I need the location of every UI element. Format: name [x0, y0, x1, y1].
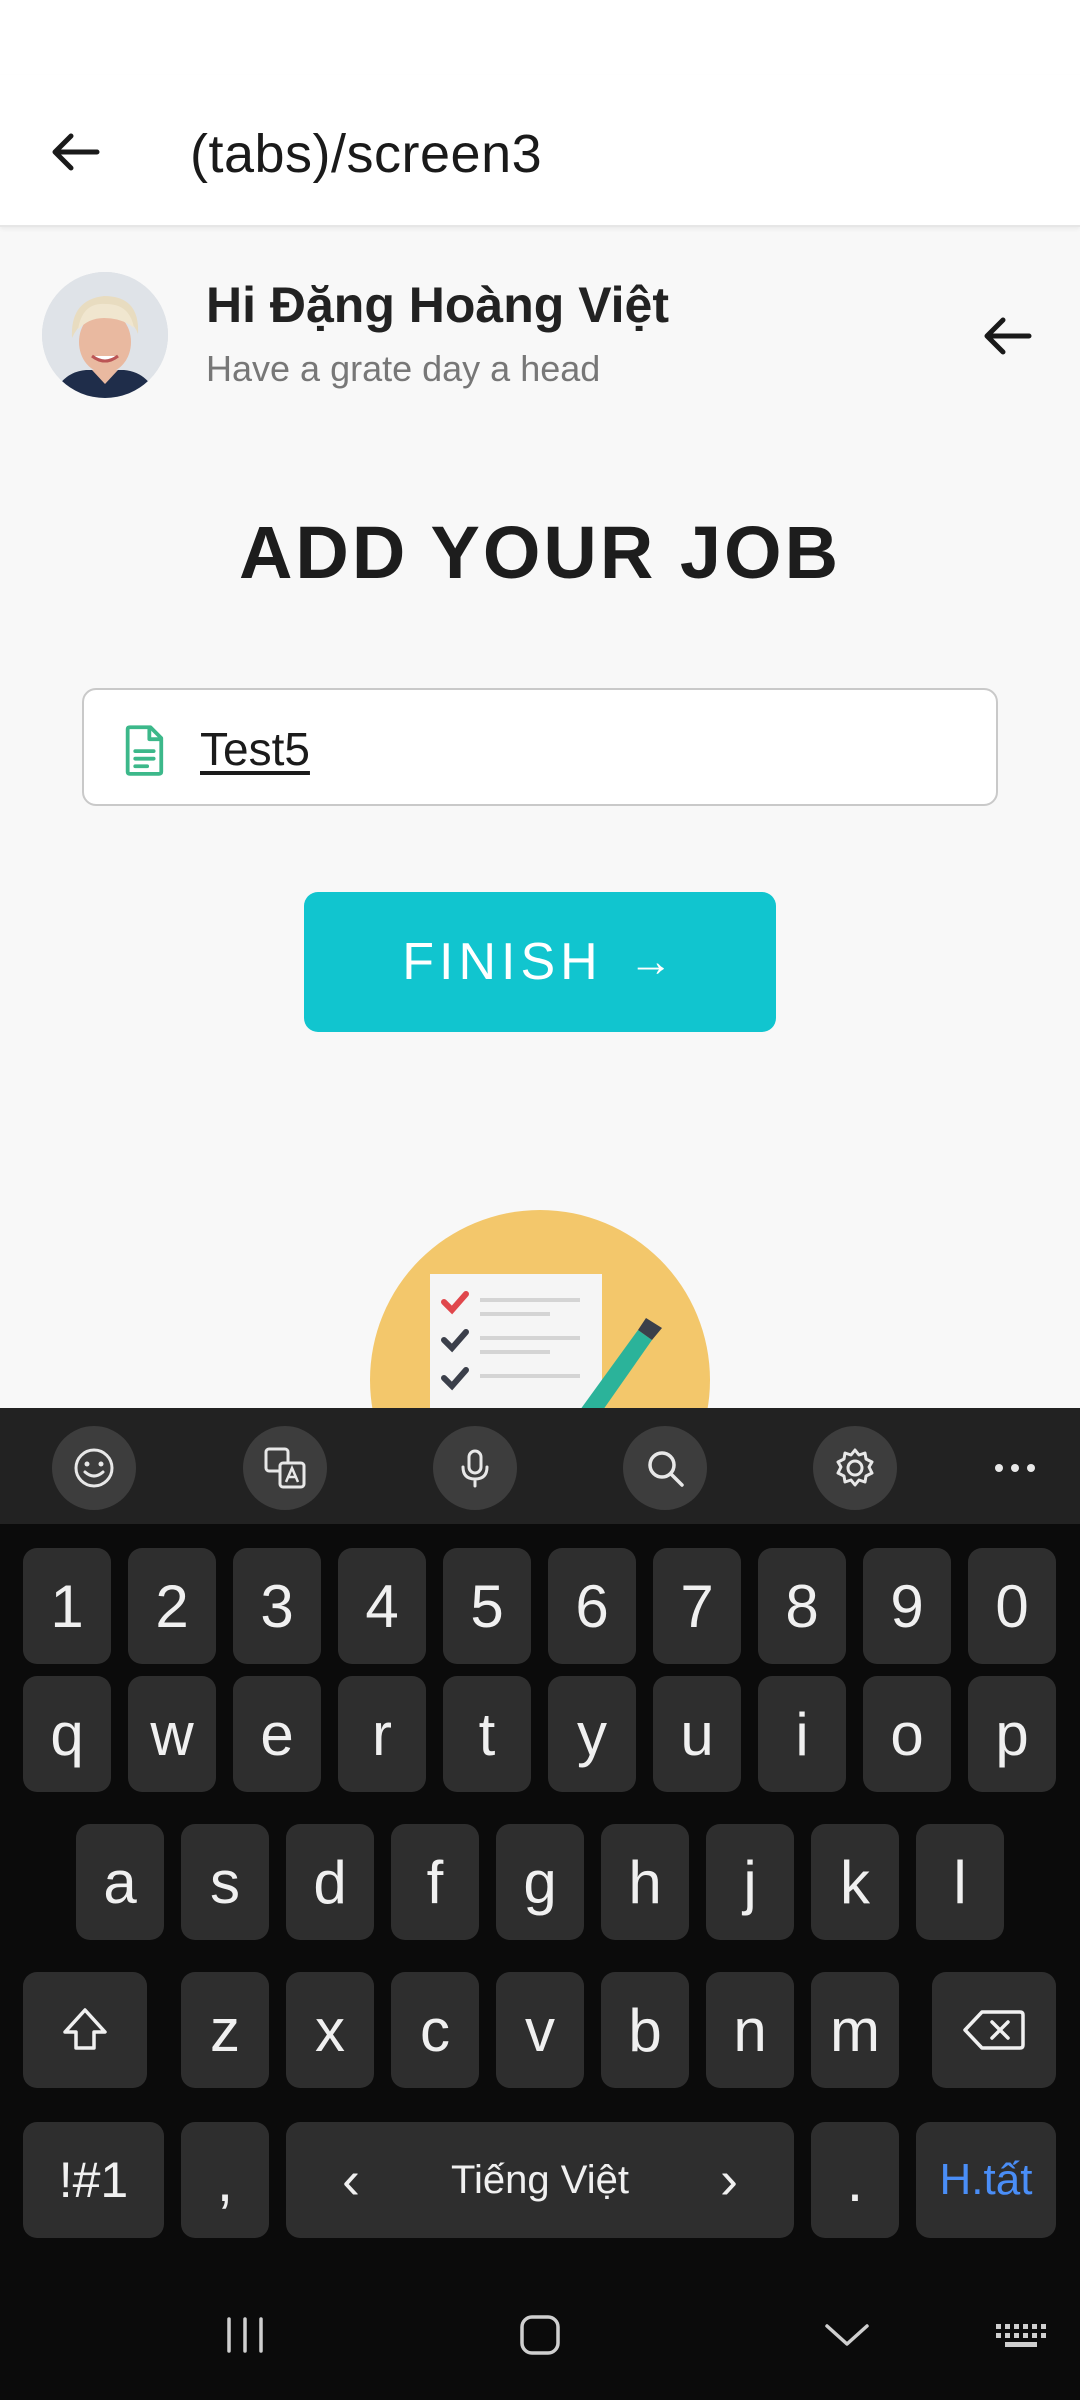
- key-v[interactable]: v: [496, 1972, 584, 2088]
- key-y[interactable]: y: [548, 1676, 636, 1792]
- key-1[interactable]: 1: [23, 1548, 111, 1664]
- key-u[interactable]: u: [653, 1676, 741, 1792]
- key-2[interactable]: 2: [128, 1548, 216, 1664]
- key-4[interactable]: 4: [338, 1548, 426, 1664]
- symbols-key[interactable]: !#1: [23, 2122, 164, 2238]
- shift-icon: [63, 2008, 107, 2050]
- keyboard-switch-icon[interactable]: [985, 2300, 1055, 2370]
- chevron-right-icon: ›: [720, 2150, 738, 2210]
- key-8[interactable]: 8: [758, 1548, 846, 1664]
- key-s[interactable]: s: [181, 1824, 269, 1940]
- greeting-subtitle: Have a grate day a head: [206, 348, 601, 389]
- avatar[interactable]: [42, 272, 168, 398]
- key-d[interactable]: d: [286, 1824, 374, 1940]
- key-n[interactable]: n: [706, 1972, 794, 2088]
- key-x[interactable]: x: [286, 1972, 374, 2088]
- backspace-key[interactable]: [932, 1972, 1056, 2088]
- key-j[interactable]: j: [706, 1824, 794, 1940]
- hide-keyboard-icon[interactable]: [812, 2300, 882, 2370]
- key-r[interactable]: r: [338, 1676, 426, 1792]
- key-t[interactable]: t: [443, 1676, 531, 1792]
- key-3[interactable]: 3: [233, 1548, 321, 1664]
- backspace-icon: [963, 2010, 1025, 2050]
- home-icon[interactable]: [505, 2300, 575, 2370]
- search-icon[interactable]: [623, 1426, 707, 1510]
- microphone-icon[interactable]: [433, 1426, 517, 1510]
- checklist-illustration: [370, 1210, 710, 1410]
- key-l[interactable]: l: [916, 1824, 1004, 1940]
- key-w[interactable]: w: [128, 1676, 216, 1792]
- key-z[interactable]: z: [181, 1972, 269, 2088]
- page-title: (tabs)/screen3: [190, 124, 543, 184]
- comma-key[interactable]: ,: [181, 2122, 269, 2238]
- key-h[interactable]: h: [601, 1824, 689, 1940]
- job-input[interactable]: Test5: [82, 688, 998, 806]
- space-key-label: Tiếng Việt: [451, 2157, 629, 2202]
- document-icon: [125, 725, 164, 776]
- key-p[interactable]: p: [968, 1676, 1056, 1792]
- key-0[interactable]: 0: [968, 1548, 1056, 1664]
- add-job-heading: ADD YOUR JOB: [238, 511, 842, 594]
- more-icon[interactable]: [973, 1426, 1057, 1510]
- key-c[interactable]: c: [391, 1972, 479, 2088]
- key-f[interactable]: f: [391, 1824, 479, 1940]
- back-arrow-icon[interactable]: [40, 120, 110, 184]
- translate-icon[interactable]: [243, 1426, 327, 1510]
- app-header: (tabs)/screen3: [0, 75, 1080, 227]
- finish-button-label: FINISH: [402, 933, 603, 991]
- key-o[interactable]: o: [863, 1676, 951, 1792]
- key-6[interactable]: 6: [548, 1548, 636, 1664]
- soft-keyboard: 1 2 3 4 5 6 7 8 9 0 q w e r t y u i o p …: [0, 1408, 1080, 2400]
- key-9[interactable]: 9: [863, 1548, 951, 1664]
- key-a[interactable]: a: [76, 1824, 164, 1940]
- finish-button[interactable]: FINISH →: [304, 892, 776, 1032]
- key-5[interactable]: 5: [443, 1548, 531, 1664]
- system-navigation-bar: [0, 2270, 1080, 2400]
- key-b[interactable]: b: [601, 1972, 689, 2088]
- shift-key[interactable]: [23, 1972, 147, 2088]
- recent-apps-icon[interactable]: [210, 2300, 280, 2370]
- key-e[interactable]: e: [233, 1676, 321, 1792]
- key-m[interactable]: m: [811, 1972, 899, 2088]
- chevron-left-icon: ‹: [342, 2150, 360, 2210]
- back-arrow-icon[interactable]: [972, 304, 1042, 368]
- period-key[interactable]: .: [811, 2122, 899, 2238]
- key-k[interactable]: k: [811, 1824, 899, 1940]
- done-key[interactable]: H.tất: [916, 2122, 1056, 2238]
- key-i[interactable]: i: [758, 1676, 846, 1792]
- space-key[interactable]: ‹ Tiếng Việt ›: [286, 2122, 794, 2238]
- emoji-icon[interactable]: [52, 1426, 136, 1510]
- settings-icon[interactable]: [813, 1426, 897, 1510]
- greeting-text: Hi Đặng Hoàng Việt: [206, 277, 670, 333]
- key-g[interactable]: g: [496, 1824, 584, 1940]
- key-7[interactable]: 7: [653, 1548, 741, 1664]
- key-q[interactable]: q: [23, 1676, 111, 1792]
- status-bar: [0, 0, 1080, 75]
- keyboard-toolbar: [0, 1408, 1080, 1524]
- profile-section: Hi Đặng Hoàng Việt Have a grate day a he…: [0, 262, 1080, 402]
- job-input-value: Test5: [200, 723, 310, 775]
- arrow-right-icon: →: [628, 937, 678, 986]
